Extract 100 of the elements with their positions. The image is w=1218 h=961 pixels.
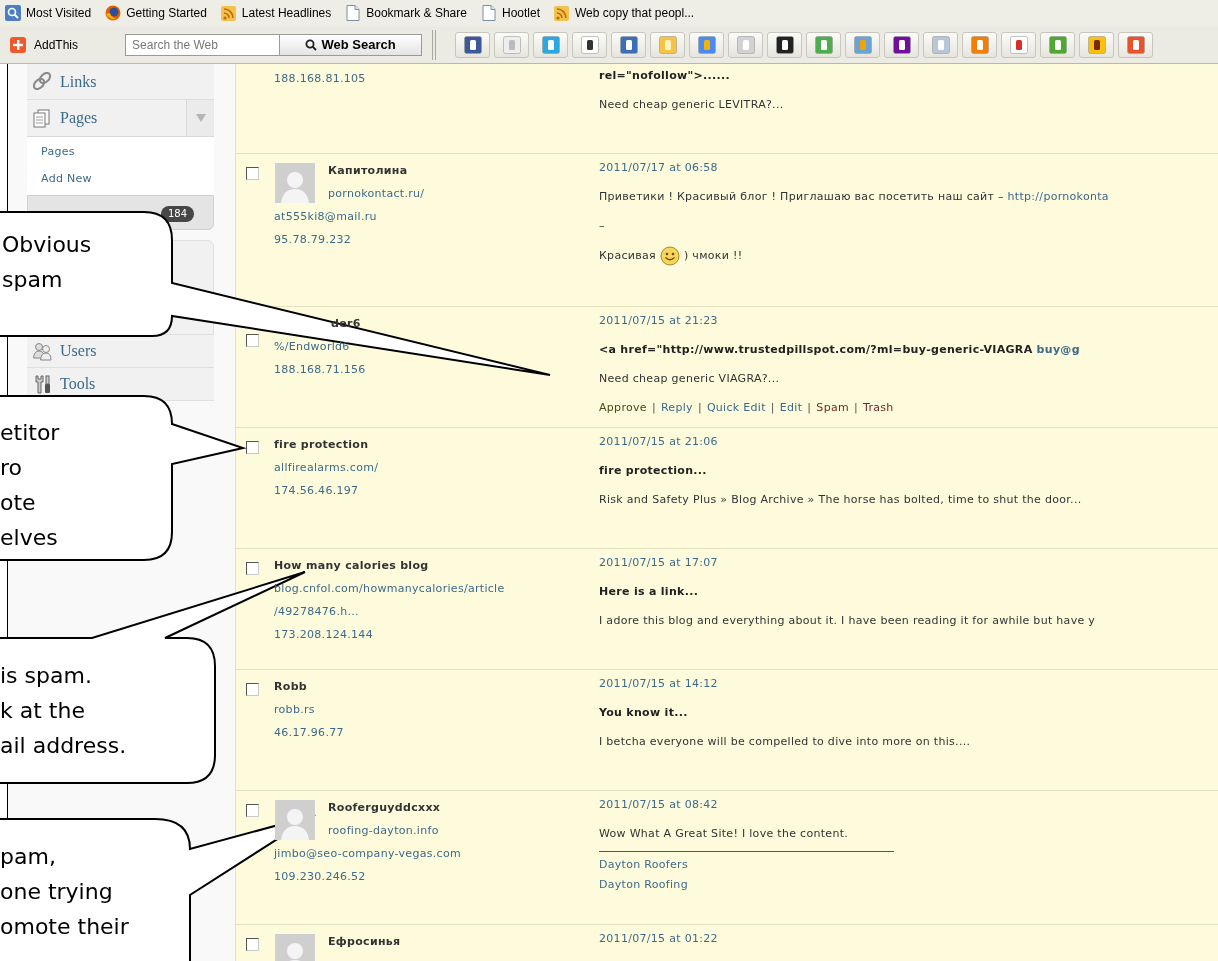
- comment-title: rel="nofollow">......: [599, 68, 730, 84]
- search-field[interactable]: Search the Web: [125, 33, 281, 56]
- separator-text: |: [770, 400, 775, 416]
- comment-text: Wow What A Great Site! I love the content.: [599, 826, 849, 842]
- author-email[interactable]: at555ki8@mail.ru: [274, 205, 599, 228]
- comment-text: Красивая: [599, 249, 656, 262]
- checkbox[interactable]: [246, 334, 259, 347]
- bookmark-link[interactable]: Web copy that peopl...: [575, 4, 695, 22]
- search-icon: [5, 5, 21, 21]
- author-url[interactable]: %/Endworld6: [274, 335, 350, 358]
- comment-title: Here is a link...: [599, 584, 699, 600]
- bookmark-link[interactable]: Bookmark & Share: [366, 4, 467, 22]
- checkbox[interactable]: [246, 562, 259, 575]
- comment-date[interactable]: 2011/07/15 at 08:42: [599, 796, 718, 813]
- link[interactable]: buy@g: [1036, 343, 1080, 356]
- author-name: Robb: [274, 679, 307, 695]
- app-icon[interactable]: [892, 35, 911, 54]
- author-ip[interactable]: 46.17.96.77: [274, 721, 599, 744]
- comment-title: fire protection...: [599, 463, 707, 479]
- people-icon: [33, 341, 52, 361]
- comment-text: –: [599, 218, 605, 234]
- globe-icon: [105, 5, 122, 21]
- action-link[interactable]: Quick Edit: [706, 399, 766, 416]
- author-url[interactable]: blog.cnfol.com/howmanycalories/article: [274, 577, 505, 600]
- plus-icon: [10, 36, 26, 53]
- action-link[interactable]: Edit: [779, 399, 803, 416]
- app-icon[interactable]: [775, 35, 794, 54]
- checkbox[interactable]: [246, 441, 259, 454]
- smiley-icon: [660, 246, 680, 266]
- app-icon[interactable]: [1087, 35, 1106, 54]
- comment-date[interactable]: 2011/07/15 at 21:23: [599, 312, 718, 329]
- page-icon: [345, 5, 362, 21]
- bookmark-link[interactable]: Getting Started: [126, 4, 207, 22]
- chain-link-icon: [33, 72, 52, 91]
- tools-icon: [33, 374, 52, 394]
- checkbox[interactable]: [246, 804, 259, 817]
- submenu-link[interactable]: Pages: [41, 139, 214, 166]
- author-email[interactable]: jimbo@seo-company-vegas.com: [274, 842, 599, 865]
- author-url[interactable]: roofing-dayton.info: [328, 819, 439, 842]
- sidebar-menu-item[interactable]: Links: [27, 64, 214, 100]
- search-button[interactable]: Web Search: [280, 33, 423, 56]
- comment-text: Need cheap generic VIAGRA?...: [599, 371, 780, 387]
- separator-text: |: [697, 400, 702, 416]
- comment-text: Need cheap generic LEVITRA?...: [599, 97, 784, 113]
- comment-date[interactable]: 2011/07/15 at 17:07: [599, 554, 718, 571]
- comment-date[interactable]: 2011/07/15 at 14:12: [599, 675, 718, 692]
- app-icon[interactable]: [580, 35, 599, 54]
- comment-text: I adore this blog and everything about it. I have been reading it for awhile but have y: [599, 613, 1096, 629]
- comment-text: Risk and Safety Plus » Blog Archive » The horse has bolted, time to shut the door...: [599, 492, 1082, 508]
- separator-text: |: [807, 400, 812, 416]
- author-ip[interactable]: 95.78.79.232: [274, 228, 599, 251]
- action-link[interactable]: Trash: [863, 399, 894, 416]
- app-icon[interactable]: [463, 35, 482, 54]
- callout-text: pam, one trying omote their: [0, 843, 129, 941]
- count-badge: 184: [160, 206, 194, 222]
- checkbox[interactable]: [246, 683, 259, 696]
- separator-text: |: [853, 400, 858, 416]
- author-name: fire protection: [274, 437, 369, 453]
- author-ip[interactable]: 173.208.124.144: [274, 623, 599, 646]
- checkbox[interactable]: [246, 167, 259, 180]
- callout-text: etitor ro ote elves: [0, 419, 60, 552]
- feed-icon: [220, 5, 237, 21]
- link[interactable]: http://pornokonta: [1007, 190, 1109, 203]
- addthis-button[interactable]: AddThis: [9, 32, 80, 57]
- comment-text: Приветики ! Красивый блог ! Приглашаю вас посетить наш сайт – http://pornokonta: [599, 189, 1109, 205]
- author-name: Rooferguyddcxxx: [328, 800, 441, 816]
- action-link[interactable]: Approve: [599, 399, 647, 416]
- author-url[interactable]: /49278476.h...: [274, 600, 359, 623]
- bookmark-link[interactable]: Hootlet: [501, 4, 540, 22]
- author-url[interactable]: pornokontact.ru/: [328, 182, 425, 205]
- comment-date[interactable]: 2011/07/17 at 06:58: [599, 159, 718, 176]
- feed-icon: [554, 5, 570, 21]
- author-url[interactable]: allfirealarms.com/: [274, 456, 379, 479]
- link[interactable]: Dayton Roofing: [599, 878, 688, 891]
- sidebar-menu-item[interactable]: Pages: [27, 100, 186, 136]
- comment-title: <a href="http://www.trustedpillspot.com/?ml=buy-generic-VIAGRA buy@g: [599, 342, 1080, 358]
- bookmark-link[interactable]: Latest Headlines: [241, 4, 332, 22]
- author-ip[interactable]: 188.168.71.156: [274, 358, 599, 381]
- author-ip[interactable]: 188.168.81.105: [274, 67, 599, 90]
- author-name: How many calories blog: [274, 558, 429, 574]
- author-ip[interactable]: 109.230.246.52: [274, 865, 599, 888]
- comment-date[interactable]: 2011/07/15 at 01:22: [599, 930, 718, 947]
- sidebar-menu-item[interactable]: Users: [27, 335, 214, 368]
- author-url[interactable]: robb.rs: [274, 698, 315, 721]
- separator-text: |: [651, 400, 656, 416]
- link[interactable]: Dayton Roofers: [599, 858, 688, 871]
- pages-icon: [33, 108, 52, 128]
- comment-date[interactable]: 2011/07/15 at 21:06: [599, 433, 718, 450]
- action-link[interactable]: Reply: [660, 399, 693, 416]
- callout-text: Obvious spam: [2, 231, 92, 294]
- author-name: Капитолина: [328, 163, 408, 179]
- author-ip[interactable]: 174.56.46.197: [274, 479, 599, 502]
- comment-text: I betcha everyone will be compelled to dive into more on this....: [599, 734, 971, 750]
- submenu-link[interactable]: Add New: [41, 166, 214, 193]
- checkbox[interactable]: [246, 938, 259, 951]
- bookmark-link[interactable]: Most Visited: [26, 4, 92, 22]
- search-icon: [305, 38, 318, 51]
- action-link[interactable]: Spam: [816, 399, 849, 416]
- comment-title: You know it...: [599, 705, 688, 721]
- callout-text: is spam. k at the ail address.: [0, 662, 127, 760]
